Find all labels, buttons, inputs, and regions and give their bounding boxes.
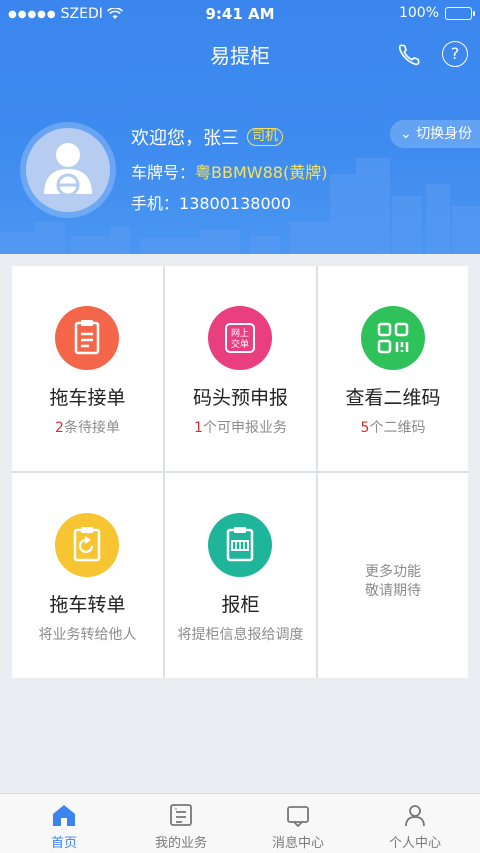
home-icon bbox=[53, 805, 75, 826]
plate-label: 车牌号： bbox=[131, 163, 196, 182]
container-report-icon bbox=[208, 513, 272, 577]
more-features-placeholder: 更多功能 敬请期待 bbox=[318, 473, 468, 678]
service-title: 查看二维码 bbox=[345, 387, 441, 409]
phone-row: 手机：13800138000 bbox=[131, 190, 291, 214]
welcome-line: 欢迎您，张三 司机 bbox=[131, 124, 284, 150]
tab-label: 个人中心 bbox=[388, 836, 441, 851]
profile-icon bbox=[405, 805, 425, 827]
service-title: 拖车转单 bbox=[49, 594, 126, 616]
service-subtitle: 将业务转给他人 bbox=[38, 627, 137, 643]
tab-bar: 首页 我的业务 消息中心 个人中心 bbox=[0, 793, 480, 853]
service-tow-transfer[interactable]: 拖车转单 将业务转给他人 bbox=[12, 473, 163, 678]
driver-avatar-icon bbox=[44, 143, 92, 197]
service-report-container[interactable]: 报柜 将提柜信息报给调度 bbox=[165, 473, 316, 678]
order-clipboard-icon bbox=[55, 306, 119, 370]
help-icon[interactable]: ? bbox=[442, 41, 468, 67]
tab-profile[interactable]: 个人中心 bbox=[355, 794, 475, 853]
service-grid: 拖车接单 2条待接单 网上 交单 码头预申报 1个可申报业务 查看二维码 5个二… bbox=[12, 266, 468, 678]
battery-percent: 100% bbox=[398, 5, 439, 21]
service-tow-order[interactable]: 拖车接单 2条待接单 bbox=[12, 266, 163, 471]
switch-role-label: 切换身份 bbox=[416, 126, 473, 142]
service-title: 拖车接单 bbox=[49, 387, 126, 409]
role-badge: 司机 bbox=[247, 128, 284, 146]
transfer-order-icon bbox=[55, 513, 119, 577]
service-subtitle: 2条待接单 bbox=[55, 420, 120, 436]
qrcode-icon bbox=[361, 306, 425, 370]
service-title: 码头预申报 bbox=[192, 387, 288, 409]
tab-messages[interactable]: 消息中心 bbox=[238, 794, 358, 853]
plate-row: 车牌号：粤BBMW88(黄牌) bbox=[131, 159, 327, 183]
svg-text:网上: 网上 bbox=[231, 328, 249, 339]
phone-label: 手机： bbox=[131, 194, 180, 213]
phone-icon[interactable] bbox=[396, 42, 422, 68]
avatar[interactable] bbox=[26, 128, 110, 212]
battery-icon bbox=[445, 6, 475, 20]
business-icon bbox=[170, 804, 192, 826]
service-subtitle: 1个可申报业务 bbox=[194, 420, 287, 436]
service-title: 报柜 bbox=[221, 594, 260, 616]
phone-value: 13800138000 bbox=[179, 194, 291, 213]
welcome-text: 欢迎您，张三 bbox=[131, 128, 239, 149]
message-icon bbox=[287, 806, 309, 828]
online-order-icon: 网上 交单 bbox=[208, 306, 272, 370]
tab-label: 我的业务 bbox=[154, 836, 207, 851]
chevron-down-icon: ⌄ bbox=[400, 126, 412, 142]
status-bar: ●●●●● SZEDI 9:41 AM 100% bbox=[0, 0, 480, 28]
tab-my-business[interactable]: 我的业务 bbox=[121, 794, 241, 853]
switch-role-button[interactable]: ⌄ 切换身份 bbox=[390, 120, 480, 148]
svg-text:交单: 交单 bbox=[231, 338, 249, 350]
tab-label: 消息中心 bbox=[271, 836, 324, 851]
more-features-text: 更多功能 敬请期待 bbox=[365, 564, 421, 599]
plate-value: 粤BBMW88(黄牌) bbox=[195, 163, 328, 182]
service-subtitle: 5个二维码 bbox=[360, 420, 426, 436]
tab-home[interactable]: 首页 bbox=[4, 794, 124, 853]
service-dock-pre-declare[interactable]: 网上 交单 码头预申报 1个可申报业务 bbox=[165, 266, 316, 471]
tab-label: 首页 bbox=[50, 836, 77, 851]
service-subtitle: 将提柜信息报给调度 bbox=[177, 627, 304, 643]
service-view-qrcode[interactable]: 查看二维码 5个二维码 bbox=[318, 266, 468, 471]
header: ●●●●● SZEDI 9:41 AM 100% 易提柜 ? 欢迎您，张三 司机 bbox=[0, 0, 480, 254]
